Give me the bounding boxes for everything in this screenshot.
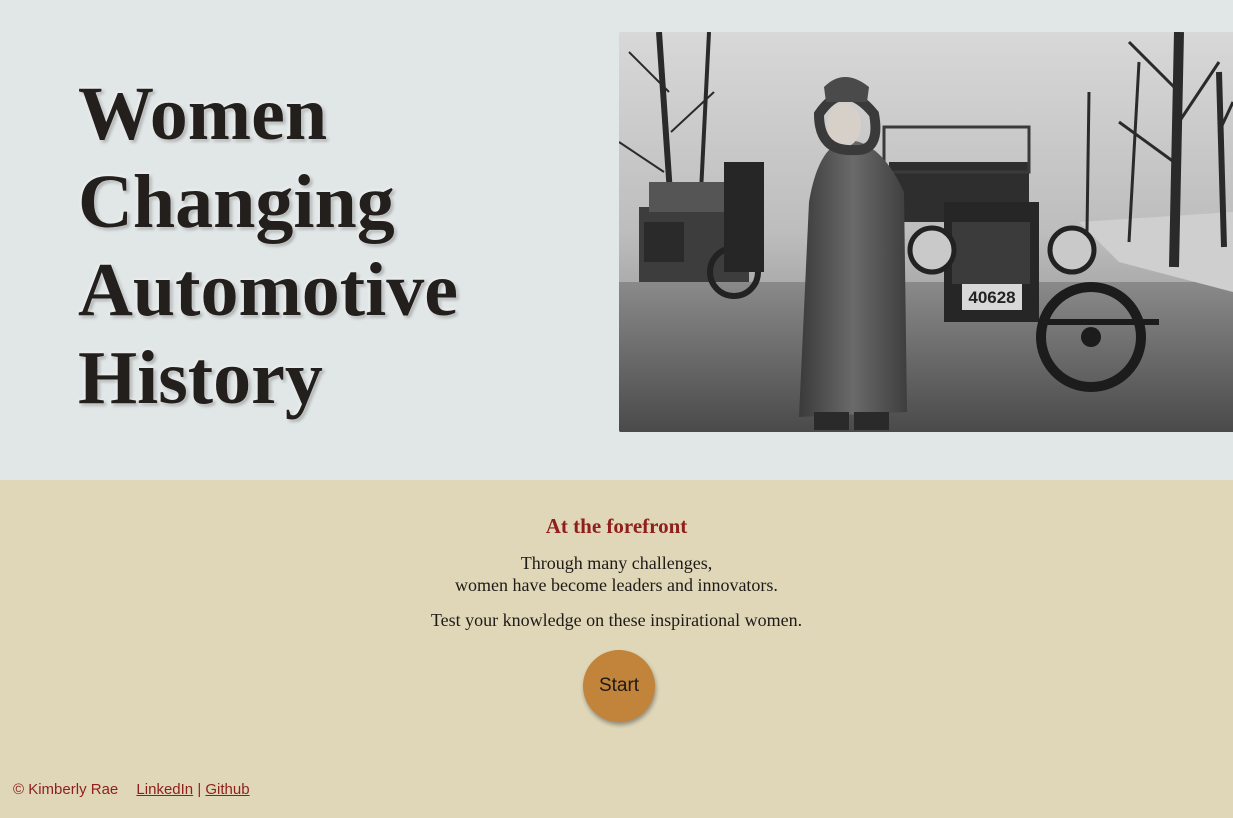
title-line-4: History (78, 336, 323, 420)
footer-separator: | (197, 781, 202, 798)
title-line-1: Women (78, 72, 328, 156)
license-plate: 40628 (968, 288, 1015, 307)
call-to-action-text: Test your knowledge on these inspiration… (430, 610, 803, 630)
intro-line-2: women have become leaders and innovators… (455, 575, 778, 595)
section-subtitle: At the forefront (545, 514, 688, 538)
footer: © Kimberly Rae LinkedIn | Github (13, 781, 250, 798)
linkedin-link[interactable]: LinkedIn (136, 781, 193, 798)
page-title: Women Changing Automotive History (78, 70, 458, 422)
github-link[interactable]: Github (205, 781, 249, 798)
intro-line-1: Through many challenges, (520, 553, 713, 573)
start-button[interactable]: Start (583, 650, 655, 722)
hero-photo: 40628 (619, 32, 1233, 432)
hero-section: Women Changing Automotive History 40628 (0, 0, 1233, 480)
title-line-2: Changing (78, 160, 395, 244)
intro-text: Through many challenges, women have beco… (0, 552, 1233, 596)
title-line-3: Automotive (78, 248, 458, 332)
intro-section: At the forefront Through many challenges… (0, 480, 1233, 818)
copyright-text: © Kimberly Rae (13, 781, 119, 798)
